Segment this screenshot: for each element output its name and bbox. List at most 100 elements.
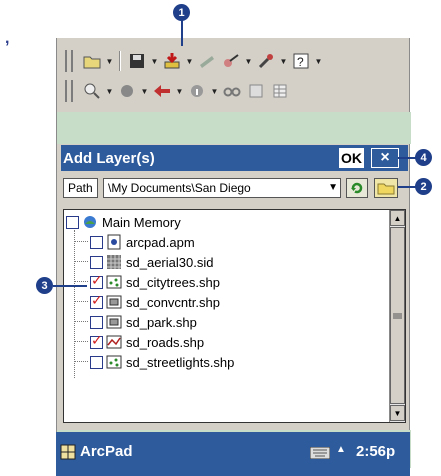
add-layer-dropdown-arrow[interactable]: ▼ [185,50,194,72]
tree-label: sd_aerial30.sid [126,254,214,270]
back-arrow-icon[interactable] [151,80,173,102]
pen-dropdown-arrow[interactable]: ▼ [244,50,253,72]
screenshot-root: , 1 ▼ ▼ ▼ ▼ ▼ ? ▼ ▼ ▼ ▼ ▼ Add Layer(s) O… [0,0,441,476]
dialog-titlebar: Add Layer(s) OK × [61,145,408,171]
open-file-icon[interactable] [81,50,103,72]
tree-label: sd_roads.shp [126,334,205,350]
path-dropdown[interactable]: \My Documents\San Diego ▼ [103,178,341,198]
line-shapefile-icon [106,334,122,350]
start-menu-icon[interactable] [60,444,76,465]
refresh-icon [351,182,363,194]
tree-label: sd_streetlights.shp [126,354,235,370]
tree-label: sd_park.shp [126,314,197,330]
tree-label: Main Memory [102,214,181,230]
open-dropdown-arrow[interactable]: ▼ [105,50,114,72]
tree-root-main-memory[interactable]: Main Memory [66,212,181,232]
tools-dropdown-arrow[interactable]: ▼ [279,50,288,72]
scroll-up-arrow[interactable]: ▲ [390,210,405,226]
identify-dropdown-arrow[interactable]: ▼ [210,80,219,102]
pan-dropdown-arrow[interactable]: ▼ [140,80,149,102]
tree-connector [74,261,88,262]
device-icon [82,214,98,230]
save-dropdown-arrow[interactable]: ▼ [150,50,159,72]
folder-icon [377,183,395,195]
tree-item[interactable]: sd_roads.shp [90,332,204,352]
map-view-top[interactable] [57,112,411,144]
scroll-down-arrow[interactable]: ▼ [390,405,405,421]
polygon-shapefile-icon [106,294,122,310]
layer-checkbox[interactable] [90,293,103,309]
keyboard-icon[interactable] [309,446,331,464]
layer-tree: Main Memory arcpad.apm sd_aerial30.sid ✓… [63,209,406,423]
grip-icon [393,313,402,318]
layer-checkbox[interactable] [90,315,103,329]
identify-icon[interactable] [186,80,208,102]
callout-3-leader [53,285,87,287]
toolbar-grip[interactable] [65,80,73,102]
tree-label: arcpad.apm [126,234,195,250]
browse-folder-button[interactable] [374,178,398,198]
app-name[interactable]: ArcPad [80,443,133,460]
back-dropdown-arrow[interactable]: ▼ [175,80,184,102]
settings-file-icon [106,234,122,250]
callout-3: 3 [36,277,53,294]
tree-connector [74,230,75,378]
layer-checkbox[interactable] [90,255,103,269]
callout-1: 1 [173,4,190,21]
tree-item[interactable]: sd_convcntr.shp [90,292,220,312]
tree-label: sd_citytrees.shp [126,274,220,290]
help-dropdown-arrow[interactable]: ▼ [314,50,323,72]
layer-checkbox[interactable] [90,355,103,369]
toolbar-main: ▼ ▼ ▼ ▼ ▼ ? ▼ [57,46,411,76]
main-memory-checkbox[interactable] [66,215,79,229]
pen-icon[interactable] [220,50,242,72]
gps-icon[interactable] [196,50,218,72]
ok-button[interactable]: OK [339,148,364,168]
tree-item[interactable]: sd_citytrees.shp [90,272,220,292]
path-label: Path [63,178,98,198]
clock: 2:56p [356,443,396,460]
tree-item[interactable]: sd_streetlights.shp [90,352,234,372]
find-icon[interactable] [221,80,243,102]
add-layers-dialog: Add Layer(s) OK × Path \My Documents\San… [61,145,408,431]
tree-item[interactable]: sd_park.shp [90,312,197,332]
callout-1-leader [181,20,183,46]
toolbar-separator [119,51,121,71]
refresh-button[interactable] [346,178,368,198]
add-layer-icon[interactable] [161,50,183,72]
tree-connector [74,241,88,242]
toolbar-browse: ▼ ▼ ▼ ▼ [57,76,411,106]
layer-list-icon[interactable] [245,80,267,102]
tree-item[interactable]: arcpad.apm [90,232,195,252]
callout-2-leader [398,186,416,188]
raster-file-icon [106,254,122,270]
callout-2: 2 [415,178,432,195]
tools-icon[interactable] [255,50,277,72]
tree-label: sd_convcntr.shp [126,294,220,310]
layer-checkbox[interactable] [90,273,103,289]
tree-connector [74,281,88,282]
scroll-thumb[interactable] [390,227,405,404]
close-button[interactable]: × [371,148,399,168]
chevron-down-icon[interactable]: ▼ [328,182,338,193]
dialog-title: Add Layer(s) [63,149,155,167]
zoom-icon[interactable] [81,80,103,102]
table-icon[interactable] [269,80,291,102]
layer-checkbox[interactable] [90,333,103,349]
keyboard-menu-arrow[interactable]: ▲ [336,444,346,455]
point-shapefile-icon [106,354,122,370]
path-row: Path \My Documents\San Diego ▼ [61,176,408,200]
save-icon[interactable] [126,50,148,72]
path-value: \My Documents\San Diego [108,181,251,195]
point-shapefile-icon [106,274,122,290]
pan-icon[interactable] [116,80,138,102]
tree-connector [74,301,88,302]
zoom-dropdown-arrow[interactable]: ▼ [105,80,114,102]
help-icon[interactable]: ? [290,50,312,72]
layer-checkbox[interactable] [90,235,103,249]
corner-mark: , [5,30,10,47]
svg-text:?: ? [297,55,304,69]
tree-item[interactable]: sd_aerial30.sid [90,252,213,272]
tree-scrollbar[interactable]: ▲ ▼ [389,210,405,422]
toolbar-grip[interactable] [65,50,73,72]
